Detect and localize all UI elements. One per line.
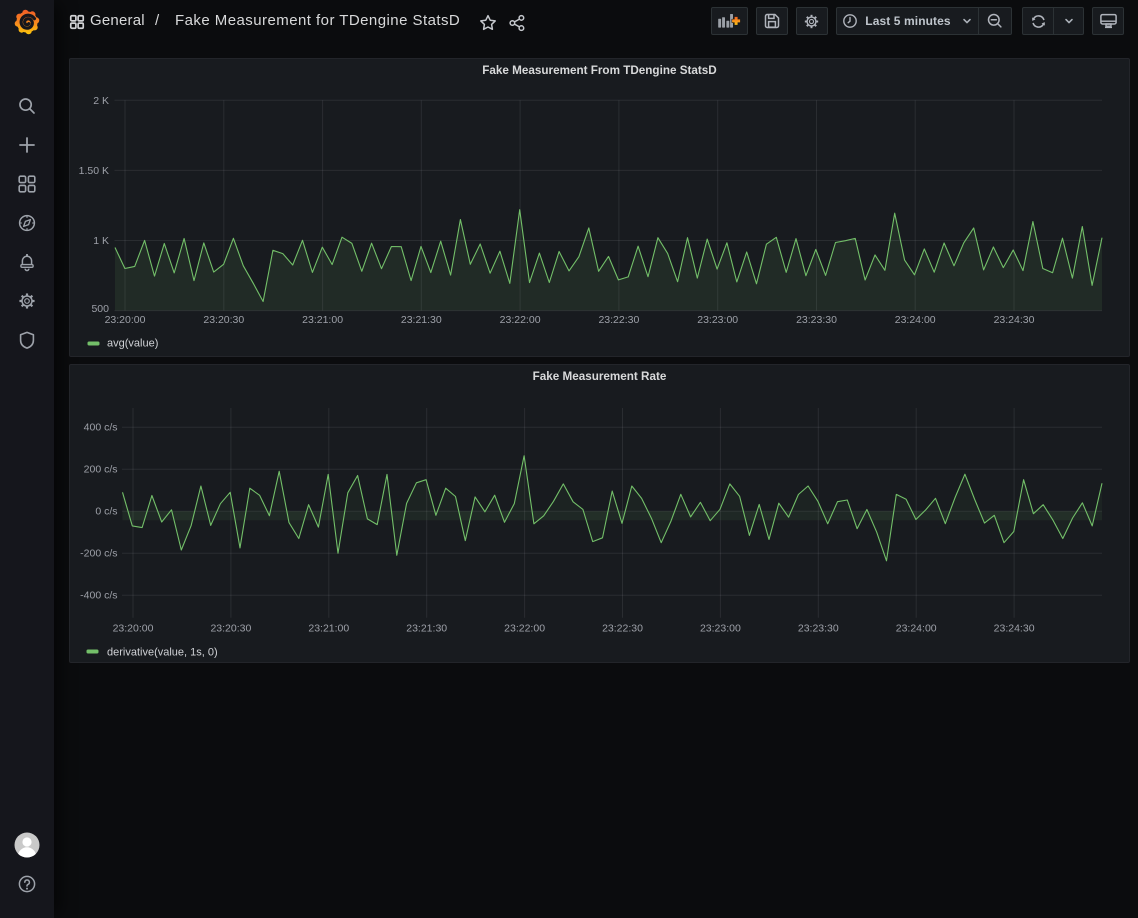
svg-text:23:22:30: 23:22:30: [598, 314, 639, 326]
svg-text:23:22:00: 23:22:00: [504, 622, 545, 634]
svg-text:2 K: 2 K: [93, 95, 109, 107]
svg-text:avg(value): avg(value): [107, 338, 158, 350]
svg-text:1.50 K: 1.50 K: [79, 165, 109, 177]
svg-text:23:23:30: 23:23:30: [798, 622, 839, 634]
svg-text:1 K: 1 K: [93, 235, 109, 247]
svg-text:23:21:00: 23:21:00: [308, 622, 349, 634]
svg-text:-200 c/s: -200 c/s: [80, 548, 117, 560]
svg-text:23:22:30: 23:22:30: [602, 622, 643, 634]
svg-text:200 c/s: 200 c/s: [84, 464, 118, 476]
svg-text:23:21:30: 23:21:30: [401, 314, 442, 326]
svg-text:23:21:00: 23:21:00: [302, 314, 343, 326]
svg-text:23:24:30: 23:24:30: [994, 622, 1035, 634]
svg-text:23:23:00: 23:23:00: [700, 622, 741, 634]
svg-text:23:20:00: 23:20:00: [105, 314, 146, 326]
svg-text:23:24:00: 23:24:00: [895, 314, 936, 326]
svg-text:400 c/s: 400 c/s: [84, 422, 118, 434]
svg-text:23:23:30: 23:23:30: [796, 314, 837, 326]
svg-text:23:20:30: 23:20:30: [203, 314, 244, 326]
svg-text:0 c/s: 0 c/s: [95, 506, 117, 518]
svg-text:23:24:30: 23:24:30: [994, 314, 1035, 326]
svg-text:23:20:00: 23:20:00: [113, 622, 154, 634]
svg-text:-400 c/s: -400 c/s: [80, 590, 117, 602]
svg-text:23:24:00: 23:24:00: [896, 622, 937, 634]
svg-text:23:20:30: 23:20:30: [210, 622, 251, 634]
svg-text:23:21:30: 23:21:30: [406, 622, 447, 634]
svg-text:derivative(value, 1s, 0): derivative(value, 1s, 0): [107, 647, 218, 659]
svg-text:23:22:00: 23:22:00: [500, 314, 541, 326]
svg-text:23:23:00: 23:23:00: [697, 314, 738, 326]
